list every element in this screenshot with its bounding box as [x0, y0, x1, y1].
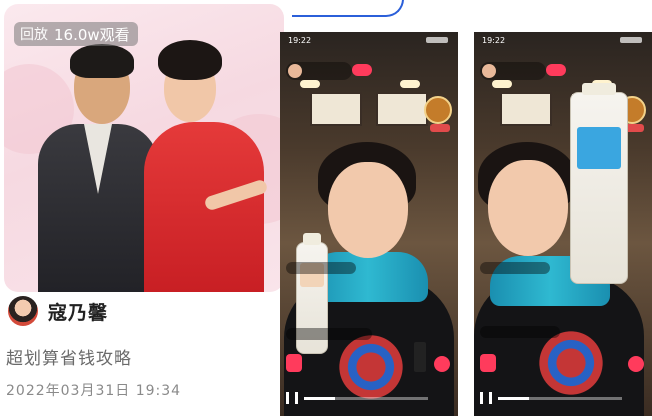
avatar[interactable] — [8, 296, 38, 326]
follow-button[interactable] — [546, 64, 566, 76]
window-decoration — [376, 92, 428, 126]
signal-icon — [426, 37, 448, 43]
window-decoration — [310, 92, 362, 126]
status-time: 19:22 — [482, 36, 506, 45]
gift-tag — [430, 124, 450, 132]
comment-bubble — [286, 328, 372, 340]
comment-bubble — [480, 326, 560, 338]
window-decoration — [500, 92, 552, 126]
replay-label: 回放 — [20, 27, 48, 43]
playback-progress[interactable] — [304, 397, 428, 400]
author-name[interactable]: 寇乃馨 — [48, 298, 108, 325]
stream-title[interactable]: 超划算省钱攻略 — [6, 344, 132, 369]
playback-progress[interactable] — [498, 397, 622, 400]
host-info[interactable] — [286, 62, 352, 80]
man-hair — [70, 44, 134, 78]
cover-image[interactable]: 回放 16.0w观看 — [4, 4, 284, 292]
shirt-print — [326, 332, 416, 402]
lamp-decoration — [492, 80, 512, 88]
author-row[interactable]: 寇乃馨 — [8, 296, 108, 326]
signal-icon — [620, 37, 642, 43]
comment-bubble — [286, 262, 356, 274]
live-screenshot-1[interactable]: 19:22 — [280, 32, 458, 416]
comment-bubble — [480, 262, 550, 274]
woman-figure — [144, 122, 264, 292]
gift-icon[interactable] — [424, 96, 452, 124]
host-info[interactable] — [480, 62, 546, 80]
host-avatar — [482, 64, 496, 78]
like-icon[interactable] — [434, 356, 450, 372]
status-time: 19:22 — [288, 36, 312, 45]
shopping-bag-icon[interactable] — [286, 354, 302, 372]
host-face — [328, 162, 408, 258]
live-replay-card[interactable]: 回放 16.0w观看 寇乃馨 超划算省钱攻略 2022年03月31日 19:34 — [0, 4, 292, 416]
lamp-decoration — [400, 80, 420, 88]
live-screenshot-2[interactable]: 19:22 — [474, 32, 652, 416]
stream-datetime: 2022年03月31日 19:34 — [6, 383, 182, 399]
lamp-decoration — [300, 80, 320, 88]
shopping-bag-icon[interactable] — [480, 354, 496, 372]
host-avatar — [288, 64, 302, 78]
phone-stand — [414, 342, 426, 372]
like-icon[interactable] — [628, 356, 644, 372]
host-face — [488, 160, 568, 256]
replay-badge: 回放 16.0w观看 — [14, 22, 138, 46]
follow-button[interactable] — [352, 64, 372, 76]
pause-icon[interactable] — [286, 392, 298, 404]
shirt-print — [526, 328, 616, 398]
woman-hair — [158, 40, 222, 80]
product-bottle — [570, 83, 628, 284]
pause-icon[interactable] — [480, 392, 492, 404]
view-count: 16.0w观看 — [54, 25, 130, 44]
